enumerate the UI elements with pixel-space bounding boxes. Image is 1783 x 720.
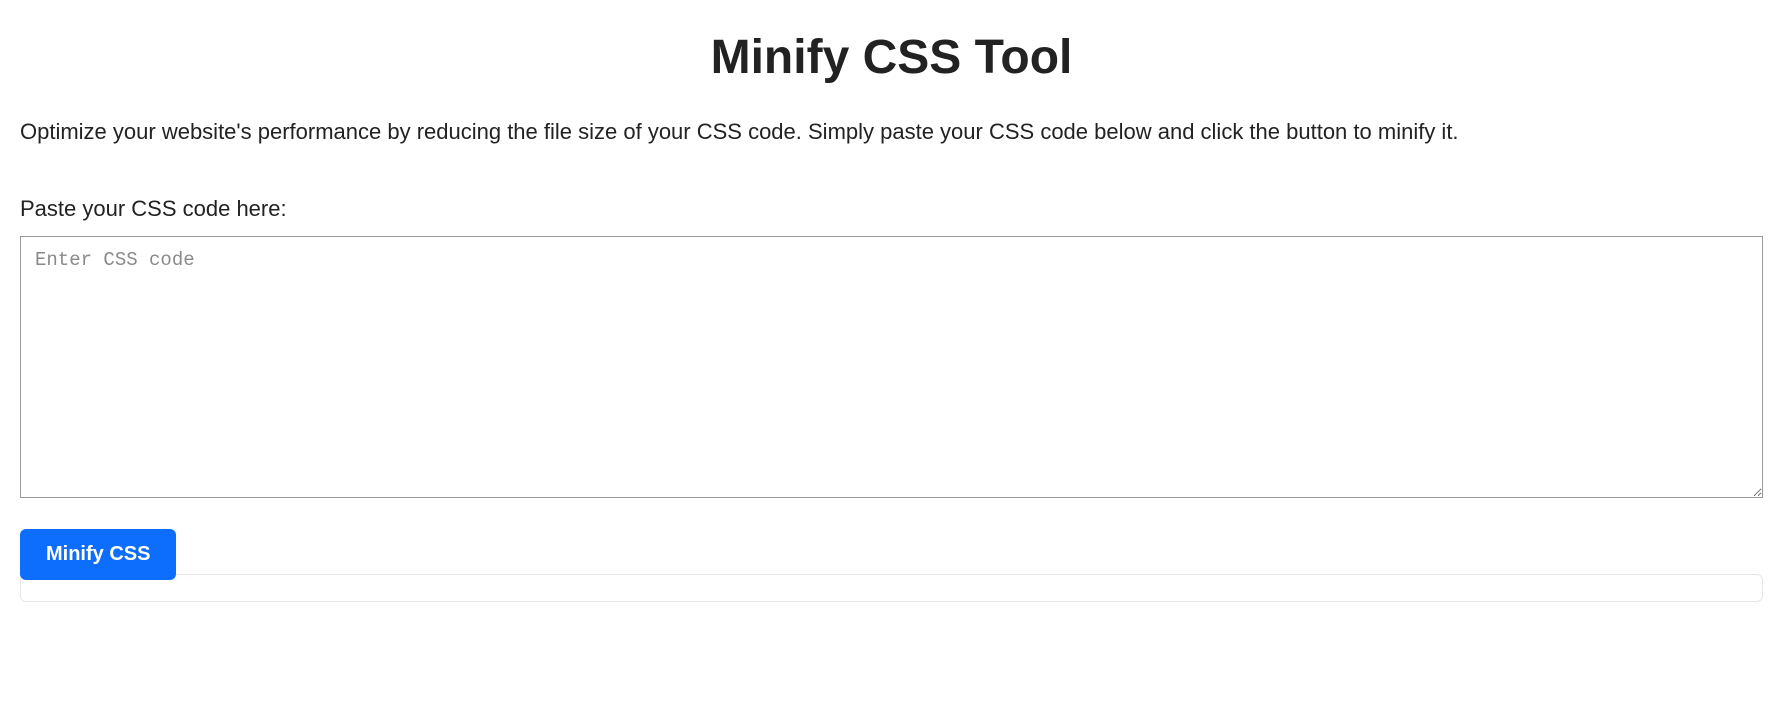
page-title: Minify CSS Tool	[20, 30, 1763, 85]
minify-button[interactable]: Minify CSS	[20, 529, 176, 580]
css-input-textarea[interactable]	[20, 236, 1763, 498]
output-box	[20, 574, 1763, 602]
css-input-label: Paste your CSS code here:	[20, 196, 1763, 222]
main-container: Minify CSS Tool Optimize your website's …	[20, 30, 1763, 602]
tool-description: Optimize your website's performance by r…	[20, 115, 1763, 148]
